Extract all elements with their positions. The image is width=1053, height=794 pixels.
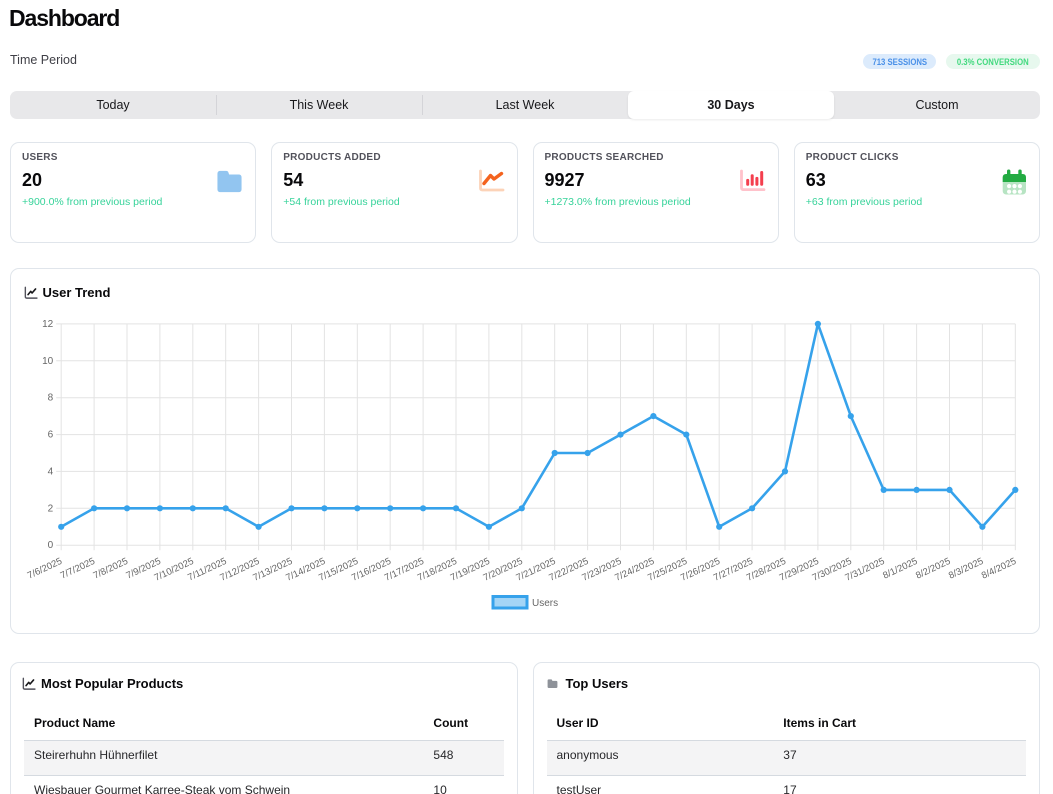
- svg-text:8/1/2025: 8/1/2025: [881, 556, 919, 582]
- svg-text:7/8/2025: 7/8/2025: [92, 556, 130, 582]
- svg-text:8/4/2025: 8/4/2025: [980, 556, 1018, 582]
- svg-text:8: 8: [48, 393, 54, 404]
- svg-text:8/2/2025: 8/2/2025: [914, 556, 952, 582]
- svg-text:12: 12: [42, 319, 54, 330]
- svg-text:4: 4: [48, 466, 54, 477]
- svg-text:8/3/2025: 8/3/2025: [947, 556, 985, 582]
- svg-text:10: 10: [42, 356, 54, 367]
- svg-text:7/6/2025: 7/6/2025: [26, 556, 64, 582]
- svg-text:6: 6: [48, 430, 54, 441]
- svg-text:7/7/2025: 7/7/2025: [59, 556, 97, 582]
- svg-text:2: 2: [48, 503, 54, 514]
- svg-text:0: 0: [48, 540, 54, 551]
- svg-text:Users: Users: [532, 598, 558, 609]
